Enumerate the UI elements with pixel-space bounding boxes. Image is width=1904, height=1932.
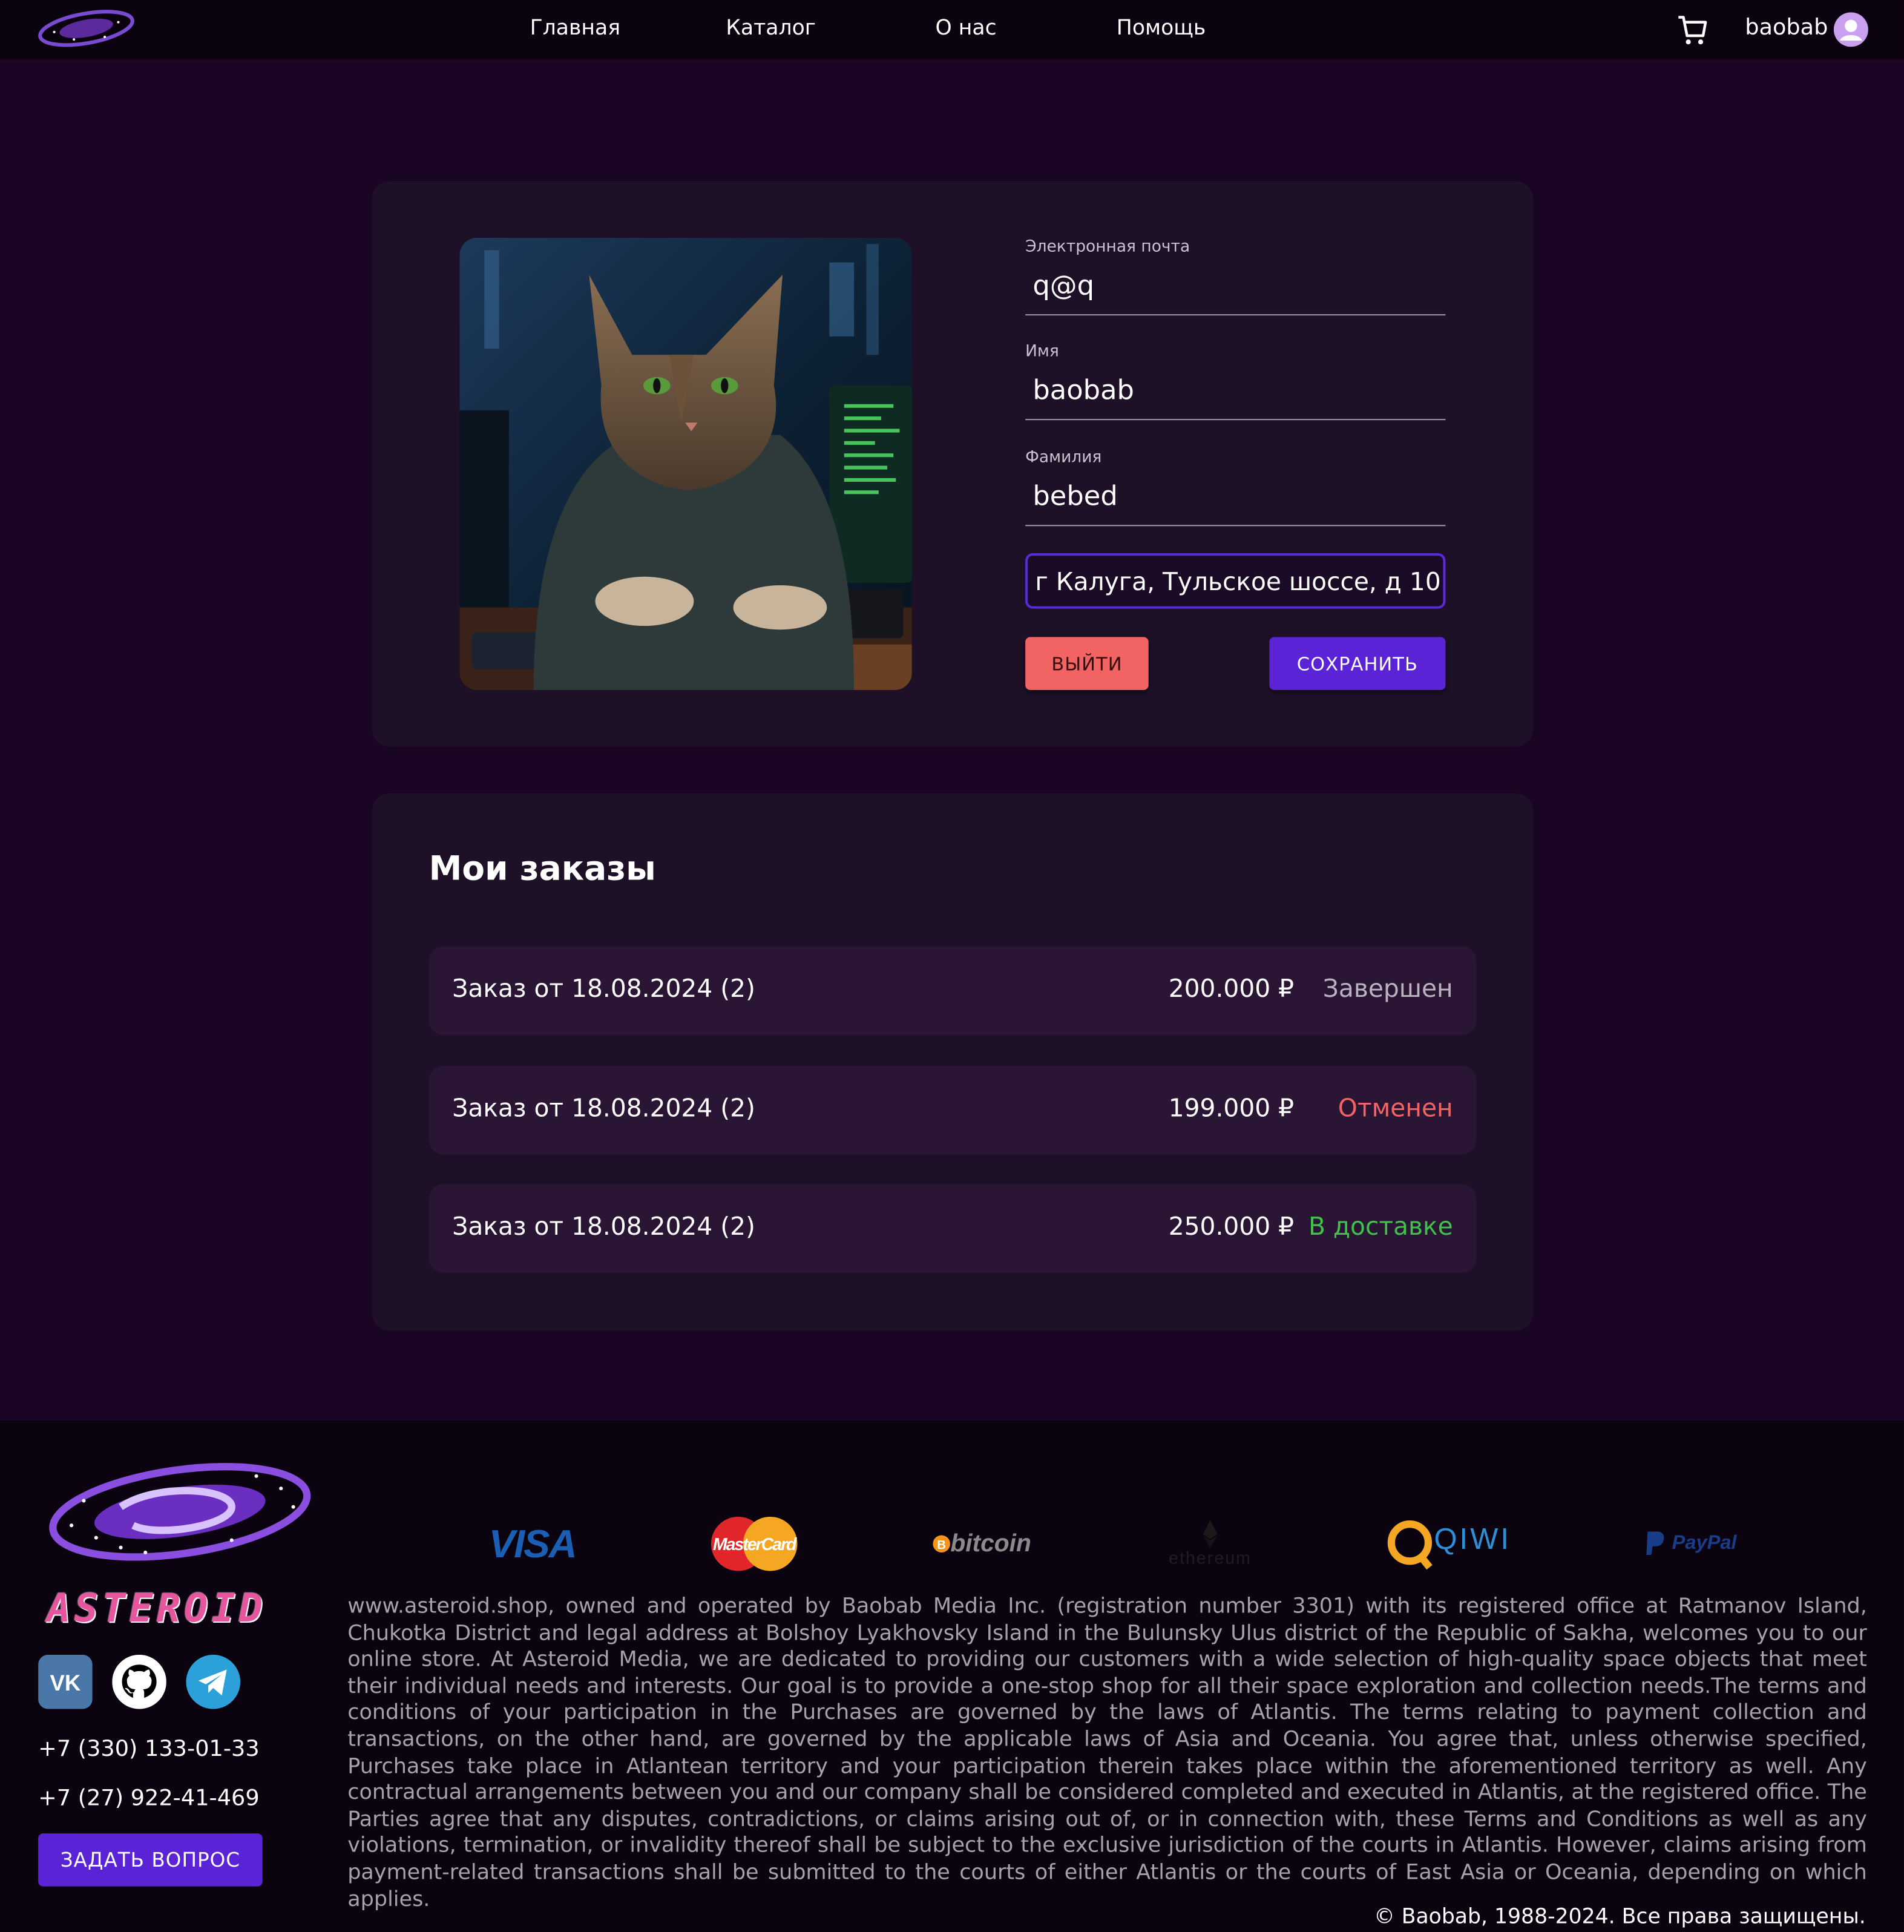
order-status: Завершен: [1322, 973, 1453, 1004]
nav-home[interactable]: Главная: [530, 16, 621, 41]
footer: ASTEROID VK +7 (330) 133-01-33 +7 (27) 9…: [0, 1421, 1904, 1932]
email-label: Электронная почта: [1025, 237, 1190, 257]
save-button[interactable]: СОХРАНИТЬ: [1269, 637, 1446, 690]
svg-text:VK: VK: [50, 1671, 80, 1695]
visa-icon: VISA: [488, 1521, 577, 1566]
order-title: Заказ от 18.08.2024 (2): [452, 973, 755, 1004]
order-row[interactable]: Заказ от 18.08.2024 (2) 199.000 ₽ Отмене…: [428, 1065, 1477, 1155]
logout-button[interactable]: ВЫЙТИ: [1025, 637, 1149, 690]
telegram-icon[interactable]: [186, 1654, 241, 1709]
phone-number[interactable]: +7 (330) 133-01-33: [38, 1736, 260, 1762]
payment-methods: VISA MasterCard B bitcoin ethereum QIWI: [347, 1507, 1866, 1581]
paypal-icon: PayPal: [1629, 1507, 1753, 1581]
copyright: © Baobab, 1988-2024. Все права защищены.: [1374, 1905, 1866, 1930]
order-status: В доставке: [1308, 1211, 1453, 1241]
user-avatar-icon[interactable]: [1833, 12, 1868, 47]
mastercard-icon: MasterCard: [699, 1507, 810, 1581]
username-label[interactable]: baobab: [1745, 15, 1828, 41]
profile-card: Электронная почта q@q Имя baobab Фамилия…: [372, 181, 1534, 747]
surname-field[interactable]: bebed: [1025, 475, 1446, 527]
legal-text: www.asteroid.shop, owned and operated by…: [347, 1594, 1867, 1912]
order-row[interactable]: Заказ от 18.08.2024 (2) 200.000 ₽ Заверш…: [428, 946, 1477, 1035]
order-title: Заказ от 18.08.2024 (2): [452, 1092, 755, 1123]
nav-about[interactable]: О нас: [935, 16, 996, 41]
asteroid-logo-icon[interactable]: [37, 5, 136, 51]
surname-label: Фамилия: [1025, 448, 1102, 467]
cat-hacker-avatar-icon: [459, 237, 912, 690]
github-icon[interactable]: [112, 1654, 166, 1709]
asteroid-logo-icon[interactable]: [47, 1451, 313, 1572]
orders-card: Мои заказы Заказ от 18.08.2024 (2) 200.0…: [372, 793, 1534, 1331]
profile-photo[interactable]: [459, 237, 912, 690]
order-price: 199.000 ₽: [1168, 1092, 1295, 1123]
bitcoin-icon: B bitcoin: [921, 1507, 1044, 1581]
address-field[interactable]: г Калуга, Тульское шоссе, д 10: [1025, 553, 1446, 609]
email-field[interactable]: q@q: [1025, 264, 1446, 316]
qiwi-icon: QIWI: [1380, 1507, 1516, 1581]
vk-icon[interactable]: VK: [38, 1654, 93, 1709]
top-navbar: Главная Каталог О нас Помощь baobab: [0, 0, 1904, 59]
order-title: Заказ от 18.08.2024 (2): [452, 1211, 755, 1241]
orders-title: Мои заказы: [428, 850, 656, 889]
order-price: 250.000 ₽: [1168, 1211, 1295, 1241]
name-label: Имя: [1025, 342, 1059, 361]
phone-number[interactable]: +7 (27) 922-41-469: [38, 1786, 260, 1812]
cart-icon[interactable]: [1676, 12, 1708, 47]
nav-help[interactable]: Помощь: [1117, 16, 1206, 41]
order-row[interactable]: Заказ от 18.08.2024 (2) 250.000 ₽ В дост…: [428, 1184, 1477, 1273]
ethereum-icon: ethereum: [1149, 1507, 1272, 1581]
name-field[interactable]: baobab: [1025, 369, 1446, 421]
svg-text:B: B: [937, 1539, 947, 1552]
ask-question-button[interactable]: ЗАДАТЬ ВОПРОС: [38, 1833, 263, 1887]
order-status: Отменен: [1338, 1092, 1453, 1123]
order-price: 200.000 ₽: [1168, 973, 1295, 1004]
brand-name: ASTEROID: [47, 1584, 267, 1632]
nav-catalog[interactable]: Каталог: [726, 16, 816, 41]
